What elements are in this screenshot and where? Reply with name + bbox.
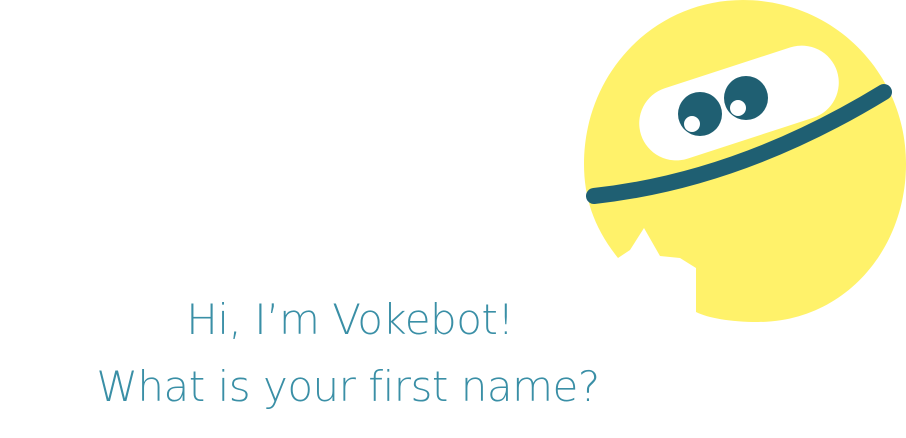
vokebot-mascot-icon bbox=[584, 0, 906, 322]
chat-screen: Hi, I’m Vokebot! What is your first name… bbox=[0, 0, 906, 438]
greeting-title: Hi, I’m Vokebot! bbox=[186, 295, 514, 344]
first-name-question: What is your first name? bbox=[96, 362, 600, 411]
